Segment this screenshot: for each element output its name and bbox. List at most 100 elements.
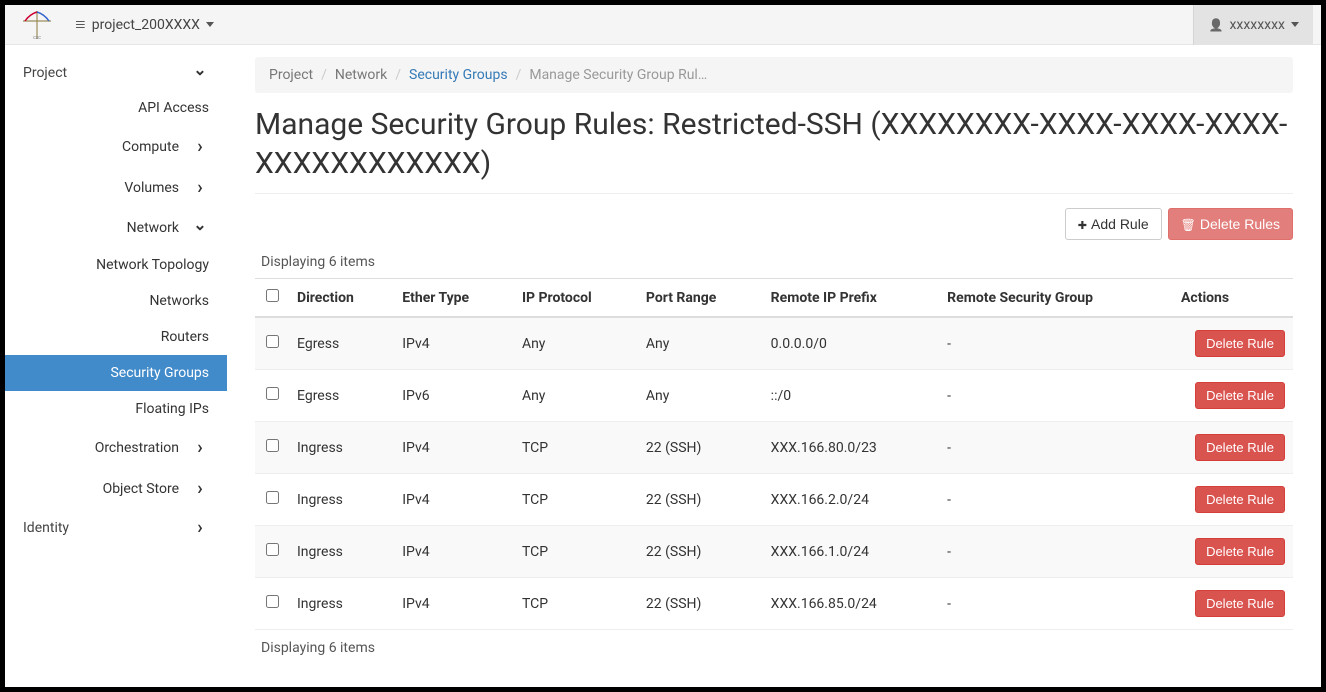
breadcrumb-current: Manage Security Group Rul…: [529, 67, 707, 83]
rules-table: Direction Ether Type IP Protocol Port Ra…: [255, 278, 1293, 630]
sidebar-label: Orchestration: [5, 440, 191, 456]
delete-rule-button[interactable]: Delete Rule: [1195, 486, 1285, 513]
table-row: IngressIPv4TCP22 (SSH)XXX.166.2.0/24-Del…: [255, 474, 1293, 526]
sidebar-item-volumes[interactable]: Volumes: [5, 167, 227, 208]
delete-rule-button[interactable]: Delete Rule: [1195, 382, 1285, 409]
col-port-range[interactable]: Port Range: [638, 279, 763, 318]
col-ether-type[interactable]: Ether Type: [394, 279, 514, 318]
separator: /: [516, 67, 522, 83]
cell-port: 22 (SSH): [638, 422, 763, 474]
table-row: EgressIPv6AnyAny::/0-Delete Rule: [255, 370, 1293, 422]
sidebar-label: Volumes: [5, 180, 191, 196]
cell-remote-ip: ::/0: [763, 370, 940, 422]
delete-rules-button[interactable]: Delete Rules: [1168, 208, 1293, 240]
row-checkbox[interactable]: [266, 335, 279, 348]
chevron-right-icon: [191, 177, 209, 198]
table-row: IngressIPv4TCP22 (SSH)XXX.166.80.0/23-De…: [255, 422, 1293, 474]
user-menu[interactable]: xxxxxxxx: [1193, 5, 1313, 45]
cell-remote-sg: -: [939, 578, 1173, 630]
sidebar-item-compute[interactable]: Compute: [5, 126, 227, 167]
breadcrumb-network[interactable]: Network: [335, 67, 387, 83]
col-ip-protocol[interactable]: IP Protocol: [514, 279, 638, 318]
cell-remote-sg: -: [939, 370, 1173, 422]
sidebar-label: Identity: [23, 520, 69, 536]
cell-proto: Any: [514, 370, 638, 422]
separator: /: [321, 67, 327, 83]
table-row: IngressIPv4TCP22 (SSH)XXX.166.85.0/24-De…: [255, 578, 1293, 630]
chevron-down-icon: [191, 63, 209, 82]
sidebar-label: Object Store: [5, 481, 191, 497]
sidebar-item-security-groups[interactable]: Security Groups: [5, 355, 227, 391]
row-checkbox[interactable]: [266, 543, 279, 556]
table-actions: Add Rule Delete Rules: [255, 208, 1293, 240]
sidebar: Project API Access Compute Volumes Netwo…: [5, 45, 227, 687]
sidebar-item-orchestration[interactable]: Orchestration: [5, 427, 227, 468]
user-icon: [1208, 17, 1223, 33]
sidebar-item-network-topology[interactable]: Network Topology: [5, 247, 227, 283]
button-label: Delete Rules: [1200, 216, 1280, 232]
topbar: csc project_200XXXX xxxxxxxx: [5, 5, 1321, 45]
project-selector[interactable]: project_200XXXX: [75, 17, 214, 33]
cell-remote-ip: XXX.166.2.0/24: [763, 474, 940, 526]
database-icon: [75, 17, 86, 33]
button-label: Add Rule: [1091, 216, 1149, 232]
cell-proto: TCP: [514, 422, 638, 474]
sidebar-item-network[interactable]: Network: [5, 208, 227, 247]
cell-remote-sg: -: [939, 317, 1173, 370]
username: xxxxxxxx: [1229, 17, 1285, 33]
cell-direction: Egress: [289, 370, 394, 422]
sidebar-label: Compute: [5, 139, 191, 155]
cell-port: Any: [638, 317, 763, 370]
cell-port: Any: [638, 370, 763, 422]
sidebar-label: Network: [5, 220, 191, 236]
breadcrumb-security-groups[interactable]: Security Groups: [409, 67, 508, 83]
delete-rule-button[interactable]: Delete Rule: [1195, 538, 1285, 565]
table-row: EgressIPv4AnyAny0.0.0.0/0-Delete Rule: [255, 317, 1293, 370]
csc-logo[interactable]: csc: [13, 5, 61, 45]
project-name: project_200XXXX: [92, 17, 200, 33]
row-checkbox[interactable]: [266, 387, 279, 400]
col-remote-ip[interactable]: Remote IP Prefix: [763, 279, 940, 318]
col-direction[interactable]: Direction: [289, 279, 394, 318]
row-checkbox[interactable]: [266, 439, 279, 452]
cell-remote-ip: XXX.166.1.0/24: [763, 526, 940, 578]
cell-direction: Ingress: [289, 526, 394, 578]
select-all-checkbox[interactable]: [266, 289, 279, 302]
caret-down-icon: [206, 22, 214, 27]
plus-icon: [1078, 216, 1087, 232]
items-count-top: Displaying 6 items: [255, 250, 1293, 274]
cell-direction: Ingress: [289, 474, 394, 526]
sidebar-item-floating-ips[interactable]: Floating IPs: [5, 391, 227, 427]
delete-rule-button[interactable]: Delete Rule: [1195, 330, 1285, 357]
chevron-right-icon: [191, 517, 209, 538]
sidebar-item-api-access[interactable]: API Access: [5, 90, 227, 126]
separator: /: [395, 67, 401, 83]
items-count-bottom: Displaying 6 items: [255, 636, 1293, 660]
add-rule-button[interactable]: Add Rule: [1065, 208, 1162, 240]
cell-ether: IPv4: [394, 578, 514, 630]
delete-rule-button[interactable]: Delete Rule: [1195, 590, 1285, 617]
row-checkbox[interactable]: [266, 491, 279, 504]
sidebar-item-project[interactable]: Project: [5, 55, 227, 90]
cell-port: 22 (SSH): [638, 526, 763, 578]
sidebar-item-identity[interactable]: Identity: [5, 509, 227, 546]
cell-ether: IPv4: [394, 474, 514, 526]
cell-remote-sg: -: [939, 474, 1173, 526]
cell-remote-sg: -: [939, 422, 1173, 474]
cell-proto: TCP: [514, 578, 638, 630]
cell-direction: Egress: [289, 317, 394, 370]
cell-direction: Ingress: [289, 578, 394, 630]
breadcrumb: Project / Network / Security Groups / Ma…: [255, 57, 1293, 93]
sidebar-item-networks[interactable]: Networks: [5, 283, 227, 319]
sidebar-item-routers[interactable]: Routers: [5, 319, 227, 355]
cell-remote-ip: XXX.166.85.0/24: [763, 578, 940, 630]
cell-proto: Any: [514, 317, 638, 370]
cell-proto: TCP: [514, 474, 638, 526]
cell-ether: IPv4: [394, 422, 514, 474]
cell-remote-ip: 0.0.0.0/0: [763, 317, 940, 370]
col-remote-sg[interactable]: Remote Security Group: [939, 279, 1173, 318]
delete-rule-button[interactable]: Delete Rule: [1195, 434, 1285, 461]
breadcrumb-project[interactable]: Project: [269, 67, 313, 83]
sidebar-item-object-store[interactable]: Object Store: [5, 468, 227, 509]
row-checkbox[interactable]: [266, 595, 279, 608]
